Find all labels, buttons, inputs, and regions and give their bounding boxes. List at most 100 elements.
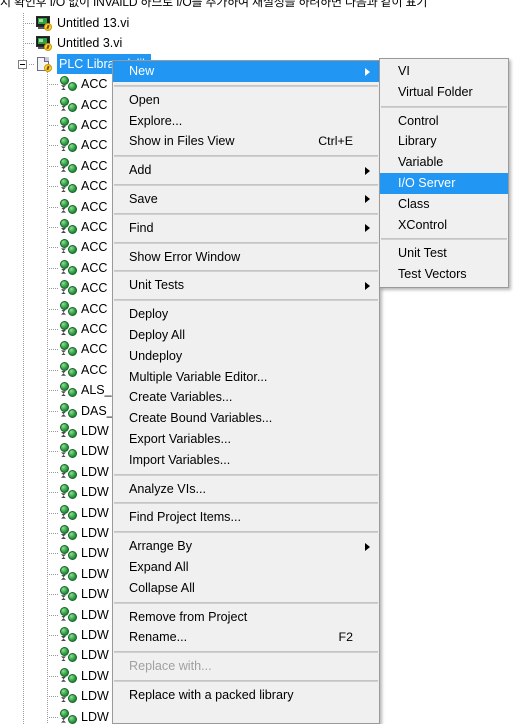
submenu-item-unit-test[interactable]: Unit Test <box>380 243 508 264</box>
menu-item-create-bound-variables[interactable]: Create Bound Variables... <box>113 408 379 429</box>
new-submenu[interactable]: VI Virtual Folder Control Library Variable I/… <box>379 58 509 288</box>
tree-item-label[interactable]: LDW <box>81 645 109 665</box>
menu-item-import-variables[interactable]: Import Variables... <box>113 450 379 471</box>
tree-item-label[interactable]: ACC <box>81 299 107 319</box>
menu-separator <box>114 241 378 244</box>
tree-connector <box>49 512 58 514</box>
menu-item-arrange-by[interactable]: Arrange By <box>113 536 379 557</box>
shared-variable-icon <box>59 361 78 378</box>
menu-item-replace-with-a-packed-library[interactable]: Replace with a packed library <box>113 685 379 706</box>
menu-item-explore[interactable]: Explore... <box>113 111 379 132</box>
submenu-item-variable[interactable]: Variable <box>380 152 508 173</box>
tree-item-label[interactable]: ACC <box>81 135 107 155</box>
submenu-arrow-icon <box>365 67 370 76</box>
menu-item-find-project-items[interactable]: Find Project Items... <box>113 507 379 528</box>
context-menu[interactable]: New Open Explore... Show in Files View Ctrl+… <box>112 60 380 724</box>
submenu-item-control[interactable]: Control <box>380 111 508 132</box>
tree-item-label[interactable]: ACC <box>81 74 107 94</box>
tree-item-label[interactable]: LDW <box>81 421 109 441</box>
tree-item-label[interactable]: ACC <box>81 217 107 237</box>
tree-item-label[interactable]: ACC <box>81 278 107 298</box>
tree-item-label[interactable]: ALS_ <box>81 380 112 400</box>
tree-item-label[interactable]: LDW <box>81 564 109 584</box>
menu-item-add[interactable]: Add <box>113 160 379 181</box>
tree-item-label[interactable]: LDW <box>81 707 109 724</box>
shared-variable-icon <box>59 198 78 215</box>
menu-item-open[interactable]: Open <box>113 90 379 111</box>
submenu-item-virtual-folder[interactable]: Virtual Folder <box>380 82 508 103</box>
menu-item-label: Show in Files View <box>129 134 235 149</box>
menu-item-rename[interactable]: Rename... F2 <box>113 627 379 648</box>
tree-item-label[interactable]: LDW <box>81 462 109 482</box>
menu-item-save[interactable]: Save <box>113 189 379 210</box>
shared-variable-icon <box>59 443 78 459</box>
menu-item-label: Arrange By <box>129 539 192 554</box>
vi-icon <box>35 36 52 52</box>
shared-variable-icon <box>59 280 78 296</box>
submenu-item-library[interactable]: Library <box>380 131 508 152</box>
menu-item-expand-all[interactable]: Expand All <box>113 557 379 578</box>
tree-connector <box>49 349 58 351</box>
shared-variable-icon <box>59 423 78 439</box>
submenu-item-xcontrol[interactable]: XControl <box>380 215 508 236</box>
tree-connector <box>49 492 58 494</box>
tree-item-label[interactable]: LDW <box>81 523 109 543</box>
submenu-item-i-o-server[interactable]: I/O Server <box>380 172 508 194</box>
menu-item-label: Find <box>129 220 154 235</box>
tree-item-label[interactable]: ACC <box>81 360 107 380</box>
menu-item-deploy[interactable]: Deploy <box>113 304 379 325</box>
tree-item-label[interactable]: Untitled 3.vi <box>57 33 122 53</box>
tree-item-label[interactable]: ACC <box>81 197 107 217</box>
menu-item-deploy-all[interactable]: Deploy All <box>113 325 379 346</box>
tree-item-label[interactable]: LDW <box>81 503 109 523</box>
submenu-item-vi[interactable]: VI <box>380 61 508 82</box>
tree-item-label[interactable]: LDW <box>81 686 109 706</box>
tree-item-label[interactable]: ACC <box>81 115 107 135</box>
menu-separator <box>114 84 378 87</box>
tree-item-label[interactable]: ACC <box>81 258 107 278</box>
tree-item-label[interactable]: LDW <box>81 666 109 686</box>
tree-item-label[interactable]: ACC <box>81 156 107 176</box>
menu-item-unit-tests[interactable]: Unit Tests <box>113 275 379 296</box>
submenu-item-class[interactable]: Class <box>380 194 508 215</box>
menu-item-undeploy[interactable]: Undeploy <box>113 346 379 367</box>
shared-variable-icon <box>59 259 78 276</box>
submenu-item-label: Test Vectors <box>398 267 467 282</box>
menu-item-show-in-files-view[interactable]: Show in Files View Ctrl+E <box>113 131 379 152</box>
menu-item-label: Unit Tests <box>129 278 185 293</box>
menu-item-new[interactable]: New <box>113 61 379 82</box>
tree-item-label[interactable]: ACC <box>81 237 107 257</box>
tree-item-label[interactable]: ACC <box>81 176 107 196</box>
tree-item-label[interactable]: LDW <box>81 605 109 625</box>
menu-item-export-variables[interactable]: Export Variables... <box>113 429 379 450</box>
submenu-item-test-vectors[interactable]: Test Vectors <box>380 264 508 285</box>
tree-item-label[interactable]: LDW <box>81 625 109 645</box>
tree-expander-icon[interactable] <box>18 59 27 69</box>
menu-item-label: Explore... <box>129 113 183 128</box>
tree-item-label[interactable]: ACC <box>81 319 107 339</box>
menu-item-show-error-window[interactable]: Show Error Window <box>113 247 379 268</box>
tree-item-label[interactable]: DAS_ <box>81 401 114 421</box>
tree-row[interactable]: Untitled 13.vi <box>0 13 523 33</box>
menu-item-remove-from-project[interactable]: Remove from Project <box>113 607 379 628</box>
tree-item-label[interactable]: ACC <box>81 339 107 359</box>
shared-variable-icon <box>59 708 78 724</box>
menu-item-create-variables[interactable]: Create Variables... <box>113 387 379 408</box>
menu-item-analyze-vis[interactable]: Analyze VIs... <box>113 479 379 500</box>
menu-item-find[interactable]: Find <box>113 218 379 239</box>
tree-item-label[interactable]: LDW <box>81 584 109 604</box>
menu-item-multiple-variable-editor[interactable]: Multiple Variable Editor... <box>113 367 379 388</box>
shared-variable-icon <box>59 688 78 704</box>
tree-item-label[interactable]: LDW <box>81 543 109 563</box>
tree-row[interactable]: Untitled 3.vi <box>0 33 523 53</box>
menu-item-label: Remove from Project <box>129 609 248 624</box>
tree-item-label[interactable]: ACC <box>81 95 107 115</box>
shared-variable-icon <box>59 525 78 541</box>
clipped-banner-text: 지 확인후 I/O 없이 INVAILD 하므로 I/O를 추가하여 재설정을 … <box>0 0 428 9</box>
shared-variable-icon <box>59 117 78 133</box>
tree-item-label[interactable]: LDW <box>81 482 109 502</box>
tree-connector <box>49 125 58 126</box>
tree-item-label[interactable]: Untitled 13.vi <box>57 13 129 33</box>
menu-item-collapse-all[interactable]: Collapse All <box>113 578 379 599</box>
tree-item-label[interactable]: LDW <box>81 441 109 461</box>
